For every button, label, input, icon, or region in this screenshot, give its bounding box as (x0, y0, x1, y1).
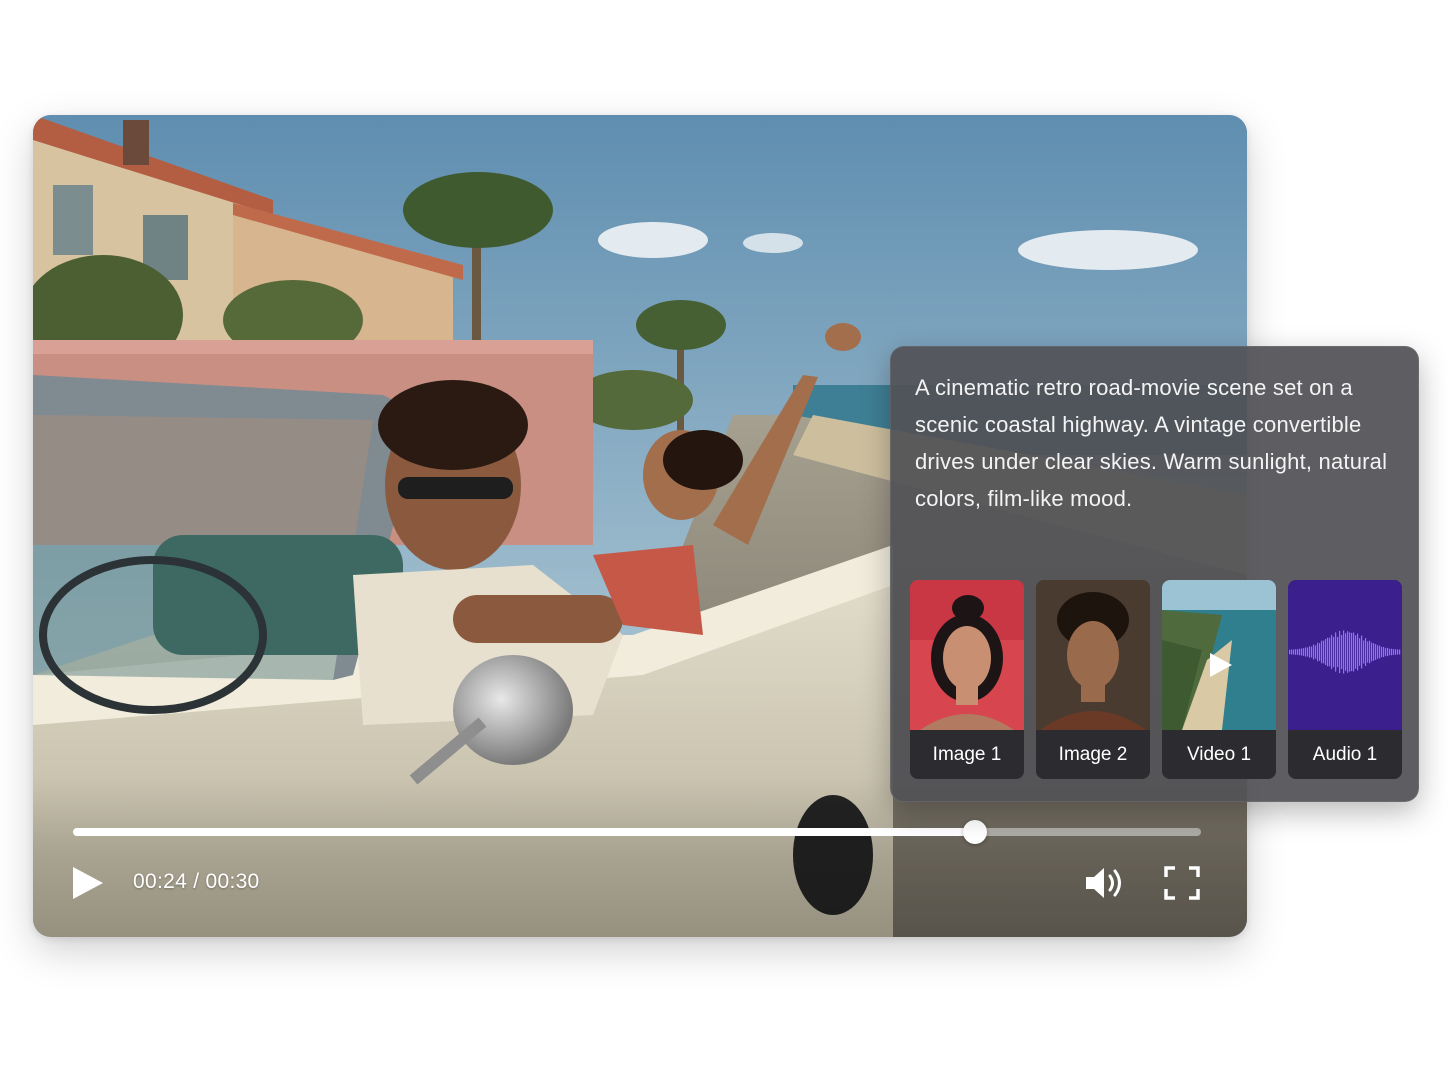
progress-bar[interactable] (73, 820, 1201, 844)
image-2-thumbnail (1036, 580, 1150, 730)
audio-1-waveform (1288, 580, 1402, 730)
play-button[interactable] (69, 863, 109, 903)
play-icon (73, 867, 103, 899)
fullscreen-button[interactable] (1163, 863, 1201, 903)
asset-list: Image 1 Image 2 Video 1 Audio 1 (910, 580, 1404, 780)
asset-label: Image 1 (932, 744, 1002, 765)
image-1-thumbnail (910, 580, 1024, 730)
current-time: 00:24 (133, 870, 188, 893)
fullscreen-icon (1164, 866, 1200, 900)
progress-fill (73, 828, 976, 836)
time-display: 00:24 / 00:30 (133, 870, 260, 894)
asset-image-1[interactable]: Image 1 (910, 580, 1024, 779)
progress-handle[interactable] (963, 820, 988, 844)
asset-image-2[interactable]: Image 2 (1036, 580, 1150, 779)
asset-label: Audio 1 (1312, 744, 1378, 765)
video-1-thumbnail (1162, 580, 1276, 730)
asset-video-1[interactable]: Video 1 (1162, 580, 1276, 779)
time-separator: / (193, 870, 200, 893)
volume-icon (1086, 868, 1121, 898)
asset-audio-1[interactable]: Audio 1 (1288, 580, 1402, 779)
asset-label: Image 2 (1058, 744, 1128, 765)
prompt-panel: A cinematic retro road-movie scene set o… (890, 346, 1419, 802)
volume-button[interactable] (1083, 863, 1127, 903)
duration: 00:30 (205, 870, 260, 893)
prompt-description: A cinematic retro road-movie scene set o… (915, 375, 1388, 511)
asset-label: Video 1 (1186, 744, 1252, 765)
